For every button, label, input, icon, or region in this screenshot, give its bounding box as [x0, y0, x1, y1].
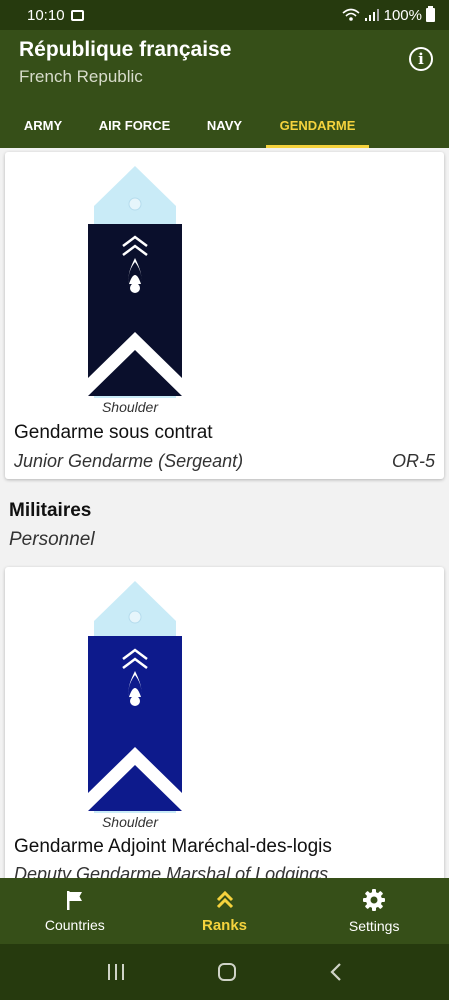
signal-icon [364, 9, 379, 21]
image-notification-icon [70, 9, 84, 21]
chevrons-up-icon [216, 890, 233, 908]
tab-navy[interactable]: NAVY [183, 102, 266, 148]
flag-icon [66, 891, 82, 910]
info-icon[interactable]: i [409, 47, 433, 71]
nato-code: OR-5 [391, 451, 435, 471]
nav-label: Ranks [201, 916, 248, 934]
bottom-navigation: Countries Ranks Settings [0, 878, 449, 944]
nav-label: Countries [44, 917, 105, 933]
tab-air-force[interactable]: AIR FORCE [86, 102, 183, 148]
rank-name: Gendarme sous contrat [14, 422, 213, 443]
rank-name: Gendarme Adjoint Maréchal-des-logis [14, 836, 332, 857]
nav-countries[interactable]: Countries [0, 878, 150, 944]
recent-apps-icon[interactable] [106, 963, 126, 981]
section-subtitle: Personnel [9, 529, 95, 550]
battery-icon [426, 6, 435, 22]
shoulder-insignia [88, 581, 182, 813]
nav-ranks[interactable]: Ranks [150, 878, 300, 944]
branch-tabs: ARMY AIR FORCE NAVY GENDARME [0, 102, 449, 148]
page-title: République française [19, 38, 232, 61]
gear-icon [363, 889, 386, 911]
home-icon[interactable] [217, 962, 237, 982]
status-bar: 10:10 100% [0, 0, 449, 30]
tab-army[interactable]: ARMY [0, 102, 86, 148]
insignia-caption: Shoulder [101, 814, 159, 830]
shoulder-insignia [88, 166, 182, 398]
rank-card[interactable]: Shoulder Gendarme Adjoint Maréchal-des-l… [5, 567, 444, 878]
rank-translation: Deputy Gendarme Marshal of Lodgings [14, 864, 329, 878]
app-bar: République française French Republic i A… [0, 30, 449, 148]
rank-translation: Junior Gendarme (Sergeant) [14, 451, 244, 471]
nav-settings[interactable]: Settings [299, 878, 449, 944]
insignia-caption: Shoulder [101, 399, 159, 415]
status-time: 10:10 [27, 6, 65, 24]
back-icon[interactable] [329, 962, 343, 982]
section-title: Militaires [9, 500, 92, 521]
status-right: 100% [342, 6, 435, 24]
page-subtitle: French Republic [19, 67, 143, 86]
rank-card[interactable]: Shoulder Gendarme sous contrat Junior Ge… [5, 152, 444, 479]
tab-gendarme[interactable]: GENDARME [266, 102, 369, 148]
nav-label: Settings [348, 918, 400, 934]
system-navigation-bar [0, 944, 449, 1000]
battery-percent: 100% [383, 6, 422, 24]
ranks-list[interactable]: Shoulder Gendarme sous contrat Junior Ge… [0, 148, 449, 878]
wifi-icon [342, 8, 360, 21]
